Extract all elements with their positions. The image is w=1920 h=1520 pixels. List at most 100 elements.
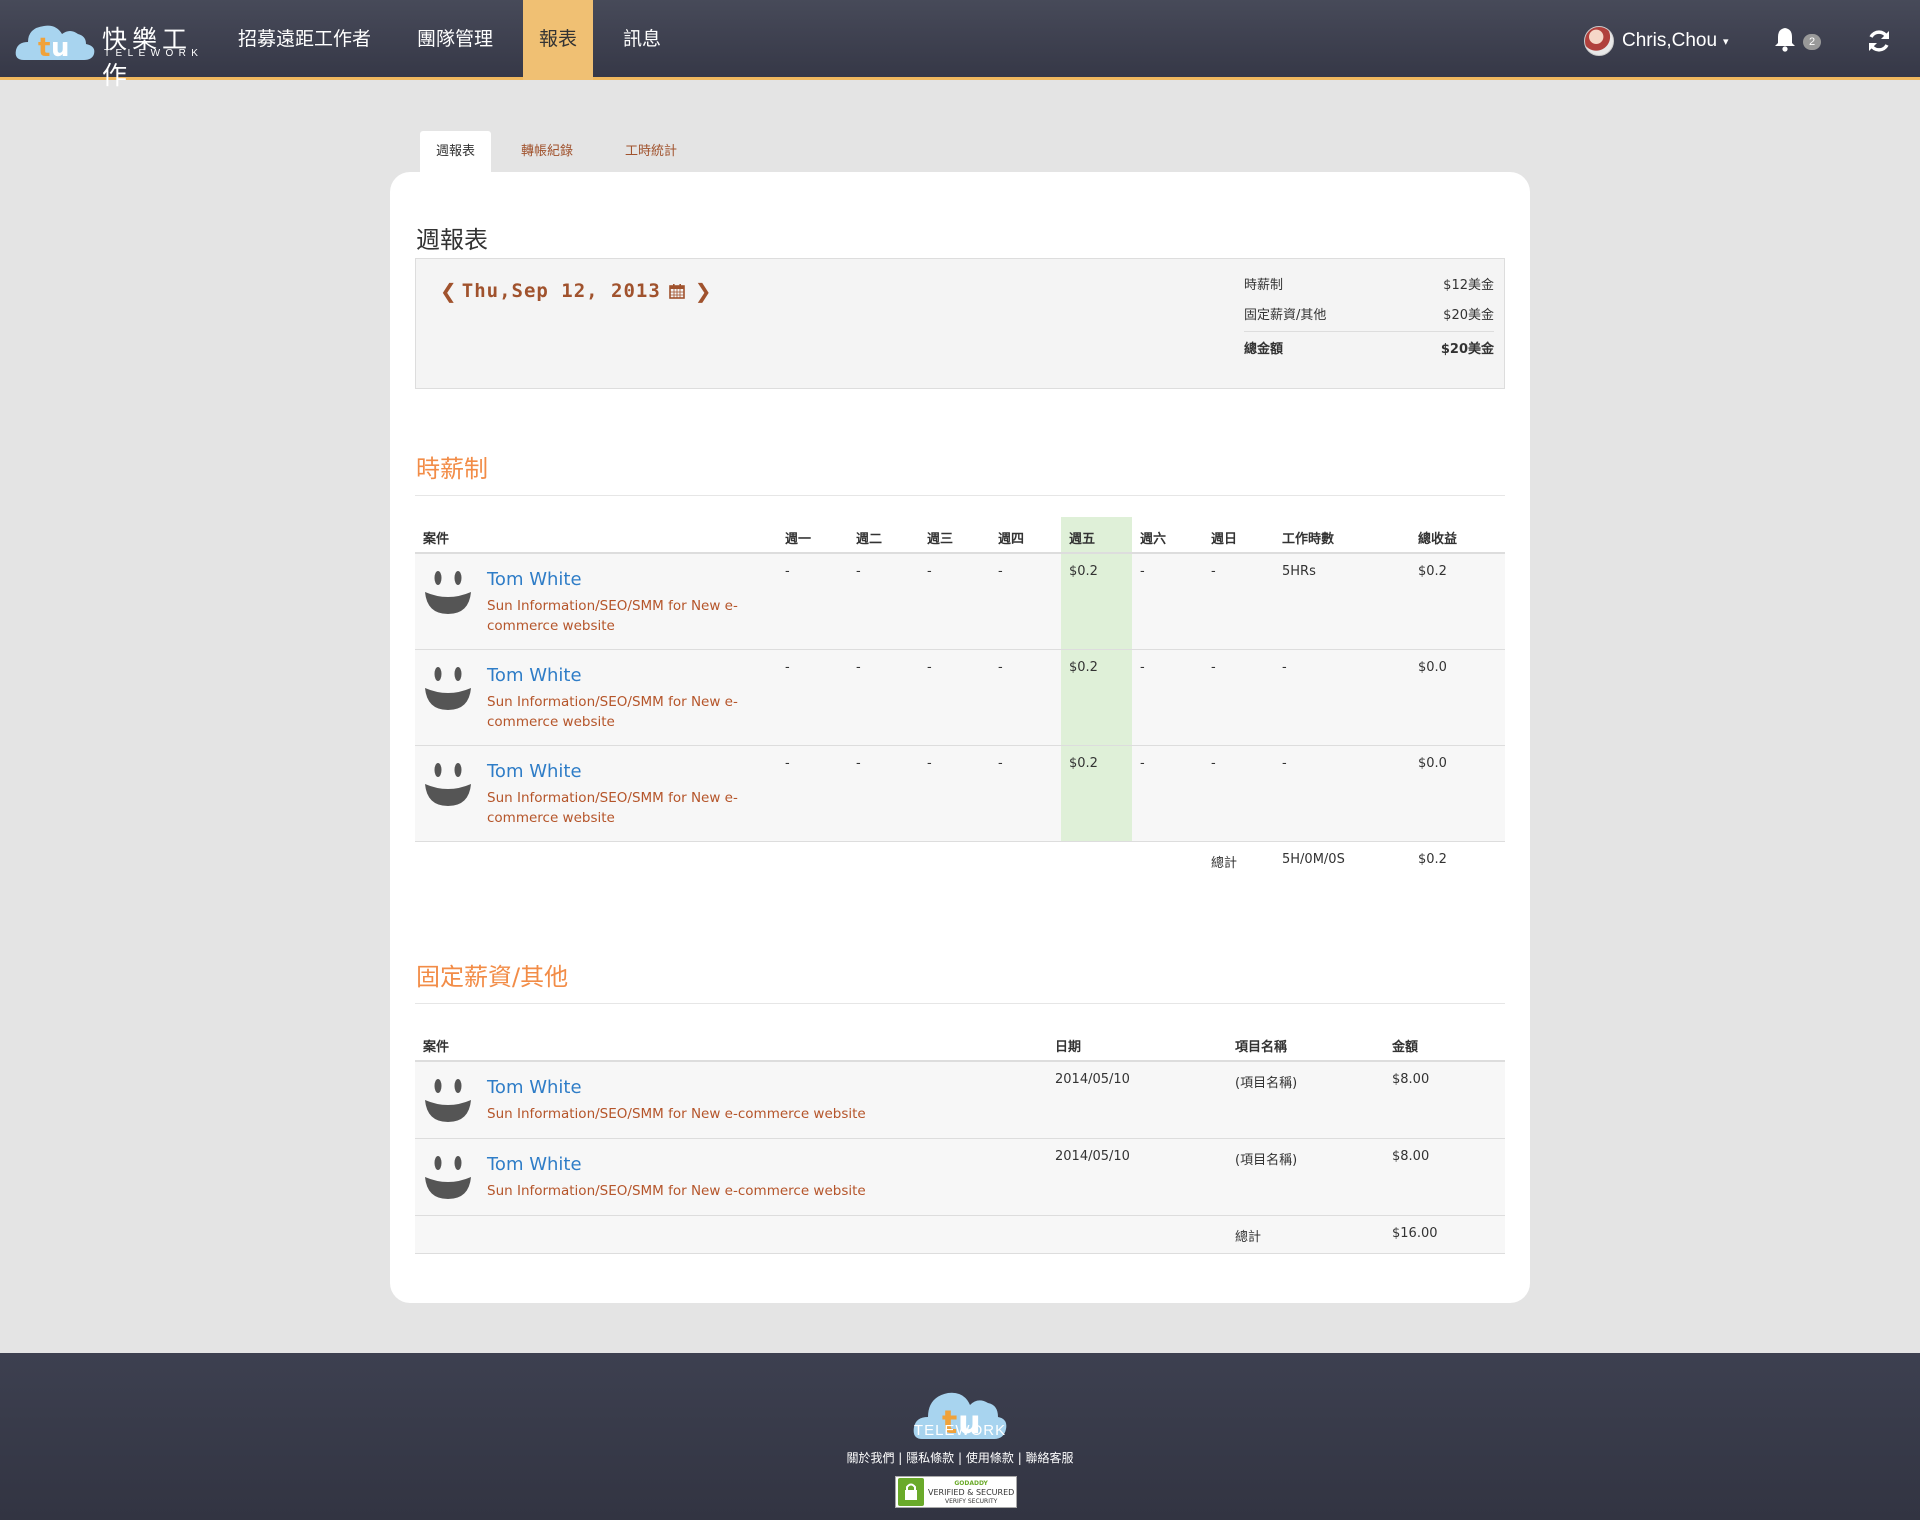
chevron-left-icon[interactable]: ❮ — [436, 279, 462, 303]
footer-link-terms[interactable]: 使用條款 — [966, 1451, 1014, 1465]
summary-row-fixed: 固定薪資/其他 $20美金 — [1244, 301, 1494, 331]
summary-value: $12美金 — [1443, 278, 1494, 293]
case-name-link[interactable]: Tom White — [487, 1153, 866, 1177]
table-row: Tom White Sun Information/SEO/SMM for New… — [415, 553, 1505, 650]
footer-logo-text: TELEWORK — [913, 1422, 1007, 1439]
footer-link-support[interactable]: 聯絡客服 — [1026, 1451, 1074, 1465]
hourly-total-row: 總計 5H/0M/0S $0.2 — [415, 841, 1505, 875]
cell-fri: $0.2 — [1061, 553, 1132, 650]
cell-wed: - — [919, 649, 990, 746]
col-header: 週一 — [777, 517, 848, 554]
footer-link-about[interactable]: 關於我們 — [846, 1451, 894, 1465]
case-column: Tom White Sun Information/SEO/SMM for New… — [415, 553, 777, 650]
total-label: 總計 — [1227, 1215, 1384, 1254]
col-header: 日期 — [1047, 1025, 1227, 1062]
summary-total-label: 總金額 — [1244, 342, 1284, 357]
fixed-total-row: 總計 $16.00 — [415, 1215, 1505, 1254]
case-name-link[interactable]: Tom White — [487, 760, 769, 784]
summary-table: 時薪制 $12美金 固定薪資/其他 $20美金 總金額 $20美金 — [1244, 271, 1494, 367]
fixed-section-title: 固定薪資/其他 — [416, 963, 569, 991]
case-column: Tom White Sun Information/SEO/SMM for New… — [415, 745, 777, 842]
case-cell: Tom White Sun Information/SEO/SMM for New… — [423, 564, 769, 636]
cell-item: (項目名稱) — [1227, 1061, 1384, 1139]
case-description: Sun Information/SEO/SMM for New e-commer… — [487, 598, 738, 634]
page-footer: t u TELEWORK 關於我們 | 隱私條款 | 使用條款 | 聯絡客服 G… — [0, 1353, 1920, 1520]
table-row: Tom White Sun Information/SEO/SMM for New… — [415, 649, 1505, 746]
user-menu[interactable]: Chris,Chou ▾ — [1584, 24, 1729, 58]
cell-mon: - — [777, 553, 848, 650]
smiley-avatar-icon — [425, 762, 471, 806]
cell-amount: $8.00 — [1384, 1061, 1505, 1139]
col-header: 週六 — [1132, 517, 1203, 554]
date-navigator: ❮ Thu,Sep 12, 2013 ❯ — [436, 279, 717, 303]
security-seal[interactable]: GODADDY VERIFIED & SECURED VERIFY SECURI… — [895, 1476, 1017, 1508]
logo-english-text: TELEWORK — [104, 48, 204, 59]
summary-total-value: $20美金 — [1440, 342, 1494, 357]
cloud-logo-icon: t u — [15, 25, 95, 62]
cell-thu: - — [990, 745, 1061, 842]
cell-date: 2014/05/10 — [1047, 1061, 1227, 1139]
case-name-link[interactable]: Tom White — [487, 1076, 866, 1100]
notifications-button[interactable]: 2 — [1773, 26, 1825, 56]
cell-mon: - — [777, 649, 848, 746]
cell-total: $0.2 — [1410, 553, 1505, 650]
summary-row-hourly: 時薪制 $12美金 — [1244, 271, 1494, 301]
lock-icon — [898, 1478, 924, 1506]
nav-messages[interactable]: 訊息 — [607, 0, 677, 80]
cell-total: $0.0 — [1410, 745, 1505, 842]
total-amount: $16.00 — [1384, 1215, 1505, 1254]
cell-sat: - — [1132, 553, 1203, 650]
case-cell: Tom White Sun Information/SEO/SMM for New… — [423, 756, 769, 828]
refresh-icon[interactable] — [1866, 28, 1892, 54]
case-cell: Tom White Sun Information/SEO/SMM for New… — [423, 1149, 1039, 1203]
tab-transfers[interactable]: 轉帳紀錄 — [505, 131, 589, 173]
svg-text:u: u — [51, 33, 70, 62]
col-header: 週四 — [990, 517, 1061, 554]
tab-weekly[interactable]: 週報表 — [420, 131, 492, 173]
nav-reports[interactable]: 報表 — [523, 0, 594, 80]
brand-logo[interactable]: t u 快樂工作 TELEWORK — [14, 16, 214, 90]
col-header: 週日 — [1203, 517, 1274, 554]
total-earnings: $0.2 — [1410, 841, 1505, 875]
user-name: Chris,Chou — [1622, 30, 1718, 51]
cell-fri: $0.2 — [1061, 649, 1132, 746]
summary-label: 固定薪資/其他 — [1244, 308, 1327, 323]
smiley-avatar-icon — [425, 666, 471, 710]
col-header: 案件 — [415, 517, 777, 554]
cell-sun: - — [1203, 745, 1274, 842]
chevron-right-icon[interactable]: ❯ — [691, 279, 717, 303]
cell-thu: - — [990, 649, 1061, 746]
cell-mon: - — [777, 745, 848, 842]
case-cell: Tom White Sun Information/SEO/SMM for New… — [423, 1072, 1039, 1126]
tab-work-hours[interactable]: 工時統計 — [609, 131, 693, 173]
smiley-avatar-icon — [425, 571, 471, 614]
cell-date: 2014/05/10 — [1047, 1138, 1227, 1216]
calendar-icon[interactable] — [668, 283, 685, 299]
hourly-table: 案件 週一 週二 週三 週四 週五 週六 週日 工作時數 總收益 Tom Whi… — [415, 517, 1505, 875]
cell-fri: $0.2 — [1061, 745, 1132, 842]
section-divider — [415, 1003, 1505, 1004]
case-name-link[interactable]: Tom White — [487, 664, 769, 688]
cell-item: (項目名稱) — [1227, 1138, 1384, 1216]
smiley-avatar-icon — [425, 1155, 471, 1199]
case-name-link[interactable]: Tom White — [487, 568, 769, 592]
col-header: 金額 — [1384, 1025, 1505, 1062]
col-header: 總收益 — [1410, 517, 1505, 554]
current-date: Thu,Sep 12, 2013 — [461, 280, 661, 302]
summary-box: ❮ Thu,Sep 12, 2013 ❯ 時薪制 $12美金 固定薪資/其他 $… — [415, 258, 1505, 389]
nav-recruit[interactable]: 招募遠距工作者 — [222, 0, 387, 80]
cell-sun: - — [1203, 649, 1274, 746]
cell-hours: - — [1274, 745, 1410, 842]
col-header: 週五 — [1061, 517, 1132, 554]
nav-team[interactable]: 團隊管理 — [401, 0, 509, 80]
seal-line1: VERIFIED & SECURED — [928, 1487, 1015, 1497]
cell-amount: $8.00 — [1384, 1138, 1505, 1216]
col-header: 案件 — [415, 1025, 1047, 1062]
footer-link-privacy[interactable]: 隱私條款 — [906, 1451, 954, 1465]
cell-wed: - — [919, 553, 990, 650]
fixed-table: 案件 日期 項目名稱 金額 Tom White Sun Information/S… — [415, 1025, 1505, 1254]
cell-thu: - — [990, 553, 1061, 650]
caret-down-icon: ▾ — [1723, 35, 1729, 48]
cell-hours: - — [1274, 649, 1410, 746]
page-title: 週報表 — [416, 226, 488, 254]
